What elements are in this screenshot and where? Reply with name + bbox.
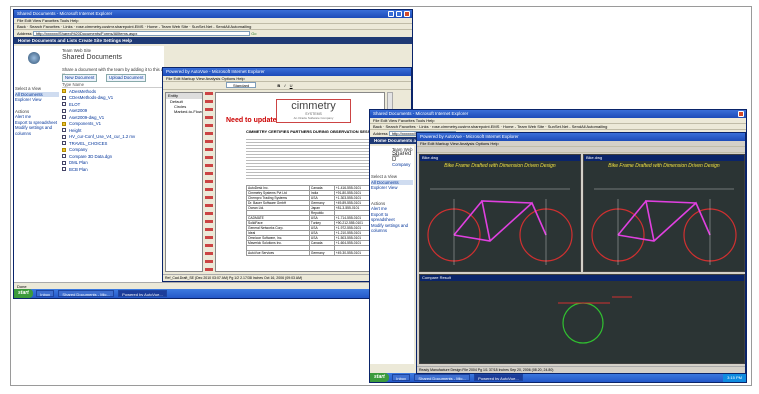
address-input[interactable]: http://xxxxxx/Shared%20Documents/Forms/A…	[32, 31, 251, 37]
taskbar-item-inbox[interactable]: Inbox	[36, 290, 55, 297]
view-explorer[interactable]: Explorer View	[15, 97, 59, 103]
taskbar-item-inbox[interactable]: Inbox	[392, 374, 411, 381]
file-icon	[62, 115, 66, 120]
cad-pane-original[interactable]: Bike.dwg Bike Frame Drafted with Dimensi…	[419, 154, 581, 272]
view-sidebar: Select a View All Documents Explorer Vie…	[371, 174, 413, 234]
file-icon	[62, 154, 66, 159]
upload-document-button[interactable]: Upload Document	[106, 74, 147, 82]
table-row: AutoVue Services Germany +49-30-555-0101	[246, 250, 381, 256]
folder-icon	[62, 121, 66, 126]
taskbar-item-shared-docs[interactable]: Shared Documents - Mic...	[58, 290, 114, 297]
start-button[interactable]: start	[14, 289, 33, 298]
company-folder[interactable]: Company	[392, 162, 410, 168]
cad-viewer-window[interactable]: Powered by AutoVue - Microsoft Internet …	[416, 132, 746, 374]
sharepoint-content: Team Web Site Shared D Company Select a …	[370, 146, 414, 364]
document-list: Type Name ADesMethods CDesMethods-dwg_V1…	[62, 82, 162, 173]
file-icon	[62, 160, 66, 165]
address-label: Address	[373, 131, 388, 136]
partners-table: AutoDesk Inc. Canada +1-416-555-0101 Cimmet…	[246, 185, 381, 256]
table-row: Dr. Bauer Software GmbH Germany +49-89-555…	[246, 200, 381, 206]
view-sidebar: Select a View All Documents Explorer Vie…	[15, 86, 59, 136]
underline-icon[interactable]: U	[290, 83, 293, 88]
window-title-bar: Shared Documents - Microsoft Internet Ex…	[370, 110, 746, 118]
file-icon	[62, 134, 66, 139]
cad-browser-window[interactable]: Shared Documents - Microsoft Internet Ex…	[369, 109, 747, 383]
table-row: Omnicon Software, Inc. USA +1-503-555-0101	[246, 235, 381, 241]
pane-tab: Bike.dwg	[584, 155, 744, 161]
compare-drawing	[558, 296, 632, 344]
table-row: General Networks Corp. USA +1-972-555-0101	[246, 225, 381, 231]
document-body-text	[246, 137, 380, 181]
taskbar-item-shared-docs[interactable]: Shared Documents - Mic...	[414, 374, 470, 381]
bold-icon[interactable]: B	[277, 83, 280, 88]
logo-text: cimmetry	[291, 100, 336, 112]
bike-drawing	[427, 188, 573, 265]
folder-icon	[62, 89, 66, 94]
view-explorer[interactable]: Explorer View	[371, 185, 413, 191]
table-cell: Germany	[308, 250, 335, 256]
status-bar: Done Internet	[14, 282, 412, 289]
file-icon	[62, 167, 66, 172]
minimize-button[interactable]	[388, 11, 394, 17]
viewer-title-bar: Powered by AutoVue - Microsoft Internet …	[163, 68, 411, 76]
close-button[interactable]	[404, 11, 410, 17]
table-row: Maverick Solutions Inc. Canada +1-604-555-…	[246, 240, 381, 246]
file-icon	[62, 128, 66, 133]
cimmetry-logo: cimmetry SYSTEMS An Oracle Software Comp…	[276, 99, 351, 123]
taskbar: start Inbox Shared Documents - Mic... Po…	[370, 373, 746, 382]
new-document-button[interactable]: New Document	[62, 74, 98, 82]
cad-pane-revised[interactable]: Bike.dwg Bike Frame Drafted with Dimensi…	[583, 154, 745, 272]
italic-icon[interactable]: I	[284, 83, 285, 88]
sharepoint-browser-window[interactable]: Shared Documents - Microsoft Internet Ex…	[13, 9, 413, 299]
markup-dropdown[interactable]: Standard	[226, 82, 257, 88]
export-spreadsheet-link[interactable]: Export to spreadsheet	[371, 212, 413, 223]
table-row: AutoDesk Inc. Canada +1-416-555-0101	[246, 185, 381, 191]
page-title: Shared Documents	[62, 54, 122, 61]
pane-tab: Bike.dwg	[420, 155, 580, 161]
site-title: Team Web Site	[62, 48, 92, 53]
sharepoint-logo-icon	[28, 52, 40, 64]
go-button[interactable]: Go	[251, 31, 256, 36]
file-icon	[62, 141, 66, 146]
address-label: Address	[17, 31, 32, 36]
markup-note[interactable]: Need to update	[226, 117, 277, 124]
taskbar-clock: 3:15 PM	[723, 373, 746, 382]
list-item[interactable]: BCB Plan	[62, 166, 162, 173]
cad-pane-compare[interactable]: Compare Result	[419, 274, 745, 364]
address-bar[interactable]: Address http://xxxxxx/Shared%20Documents…	[14, 30, 412, 37]
sharepoint-nav-bar[interactable]: Home Documents and Lists Create Site Set…	[14, 37, 412, 44]
taskbar-item-autovue[interactable]: Powered by AutoVue...	[474, 374, 523, 381]
markup-toolstrip[interactable]	[205, 92, 213, 272]
file-icon	[62, 102, 66, 107]
sharepoint-content: Team Web Site Shared Documents Share a d…	[14, 46, 180, 282]
bike-drawing	[591, 188, 737, 265]
viewer-title-bar: Powered by AutoVue - Microsoft Internet …	[417, 133, 745, 141]
document-heading: CIMMETRY CERTIFIES PARTNERS DURING OBSER…	[246, 129, 381, 134]
table-row: Chempro Trading Systems USA +1-303-555-010…	[246, 195, 381, 201]
screenshot-frame: Shared Documents - Microsoft Internet Ex…	[10, 6, 752, 386]
close-button[interactable]	[738, 111, 744, 117]
file-icon	[62, 95, 66, 100]
viewer-status-bar: Ready Manufacture Design File 2004 Pg 1/…	[417, 366, 745, 373]
maximize-button[interactable]	[396, 11, 402, 17]
document-page: cimmetry SYSTEMS An Oracle Software Comp…	[215, 92, 385, 272]
table-row: Cimmetry Systems Pvt Ltd India +91-80-555-…	[246, 190, 381, 196]
folder-icon	[62, 147, 66, 152]
table-cell: AutoVue Services	[246, 250, 310, 256]
start-button[interactable]: start	[370, 373, 389, 382]
taskbar-item-autovue[interactable]: Powered by AutoVue...	[118, 290, 167, 297]
logo-tagline: An Oracle Software Company	[293, 116, 334, 120]
taskbar: start Inbox Shared Documents - Mic... Po…	[14, 289, 412, 298]
markup-tree: Entity Default Circles Marked-to-Flow	[165, 92, 203, 272]
window-title-bar: Shared Documents - Microsoft Internet Ex…	[14, 10, 412, 18]
modify-settings-link[interactable]: Modify settings and columns	[371, 223, 413, 234]
viewer-toolbar[interactable]: Standard B I U	[163, 82, 411, 90]
file-icon	[62, 108, 66, 113]
tree-item[interactable]: Marked-to-Flow	[166, 109, 202, 114]
modify-settings-link[interactable]: Modify settings and columns	[15, 125, 59, 136]
viewer-toolbar[interactable]	[417, 147, 745, 153]
